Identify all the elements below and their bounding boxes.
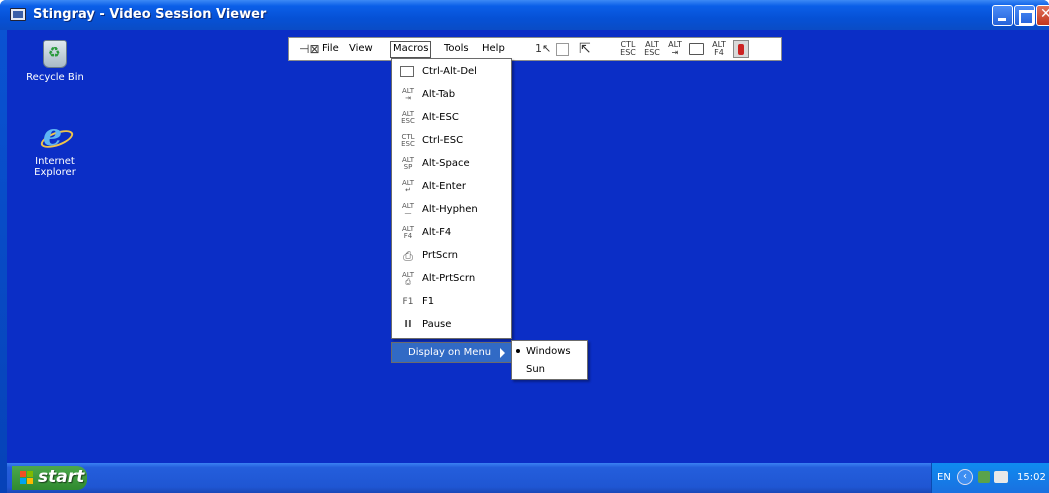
submenu-item-windows[interactable]: Windows [512,343,587,361]
system-tray: EN ‹ 15:02 [931,463,1049,493]
macro-item-alt-f4[interactable]: ALT F4 Alt-F4 [392,222,511,245]
window-title: Stingray - Video Session Viewer [33,7,267,22]
alt-hyphen-icon: ALT — [401,202,414,217]
monitor-icon [400,66,414,77]
submenu-item-sun[interactable]: Sun [512,361,587,379]
alt-f4-icon[interactable]: ALT F4 [712,41,726,59]
alt-tab-icon: ALT ⇥ [401,87,414,102]
network-icon[interactable] [978,471,990,483]
macro-item-alt-hyphen[interactable]: ALT — Alt-Hyphen [392,199,511,222]
macros-dropdown: Ctrl-Alt-Del ALT ⇥ Alt-Tab ALT ESC Alt-E… [391,58,512,339]
macro-item-alt-enter[interactable]: ALT ↵ Alt-Enter [392,176,511,199]
menu-tools[interactable]: Tools [441,41,472,58]
macro-item-alt-space[interactable]: ALT SP Alt-Space [392,153,511,176]
alt-f4-icon: ALT F4 [401,225,414,240]
printer-icon: ⎙ [403,249,413,263]
volume-icon[interactable] [994,471,1008,483]
windows-logo-icon [20,471,35,485]
cursor-icon[interactable]: ⇱ [579,41,591,59]
title-bar[interactable]: Stingray - Video Session Viewer [0,0,1049,30]
radio-bullet-icon [516,349,520,353]
ctl-esc-icon: CTL ESC [401,133,415,148]
alt-esc-icon: ALT ESC [401,110,415,125]
internet-explorer-icon: e [40,118,70,153]
macro-item-alt-prtscrn[interactable]: ALT ⎙ Alt-PrtScrn [392,268,511,291]
alt-tab-icon[interactable]: ALT ⇥ [667,41,683,59]
alt-space-icon: ALT SP [401,156,414,171]
menu-file[interactable]: File [319,41,342,58]
macro-item-prtscrn[interactable]: ⎙ PrtScrn [392,245,511,268]
macro-item-pause[interactable]: II Pause [392,314,511,337]
desktop-icon-label: Recycle Bin [26,72,84,83]
pause-icon: II [404,319,412,330]
macro-item-alt-tab[interactable]: ALT ⇥ Alt-Tab [392,84,511,107]
minimize-button[interactable] [992,5,1013,26]
macro-item-ctrl-esc[interactable]: CTL ESC Ctrl-ESC [392,130,511,153]
desktop-icon-internet-explorer[interactable]: e Internet Explorer [20,118,90,178]
display-on-menu-item[interactable]: Display on Menu [391,342,512,363]
display-submenu: Windows Sun [511,340,588,380]
exit-icon[interactable] [733,40,749,58]
ctrl-alt-del-icon[interactable] [689,43,704,55]
chevron-left-icon[interactable]: ‹ [957,469,973,485]
desktop-icon-label: Internet Explorer [34,156,76,178]
single-cursor-icon[interactable]: 1↖ [535,41,551,59]
pin-icon[interactable]: ⊣⊠ [299,42,320,56]
start-button[interactable]: start [12,466,87,490]
menu-help[interactable]: Help [479,41,508,58]
menu-view[interactable]: View [346,41,376,58]
recycle-bin-icon [43,40,67,68]
app-monitor-icon [10,8,26,21]
menu-macros[interactable]: Macros [390,41,432,58]
f1-icon: F1 [402,297,414,307]
clock: 15:02 [1017,472,1046,483]
ctl-esc-icon[interactable]: CTL ESC [620,41,636,59]
desktop-icon-recycle-bin[interactable]: Recycle Bin [20,40,90,83]
macro-item-alt-esc[interactable]: ALT ESC Alt-ESC [392,107,511,130]
chevron-right-icon [500,348,505,358]
macro-item-ctrl-alt-del[interactable]: Ctrl-Alt-Del [392,61,511,84]
scale-icon[interactable] [556,43,569,56]
session-toolbar: ⊣⊠ File View Macros Tools Help 1↖ ⇱ CTL … [288,37,782,61]
taskbar: start EN ‹ 15:02 [7,463,1049,493]
alt-esc-icon[interactable]: ALT ESC [644,41,660,59]
maximize-button[interactable] [1014,5,1035,26]
alt-enter-icon: ALT ↵ [401,179,414,194]
remote-desktop[interactable]: Recycle Bin e Internet Explorer [7,30,1049,463]
alt-printer-icon: ALT ⎙ [401,271,414,286]
macro-item-f1[interactable]: F1 F1 [392,291,511,314]
close-button[interactable] [1036,5,1049,26]
language-indicator[interactable]: EN [937,472,951,483]
